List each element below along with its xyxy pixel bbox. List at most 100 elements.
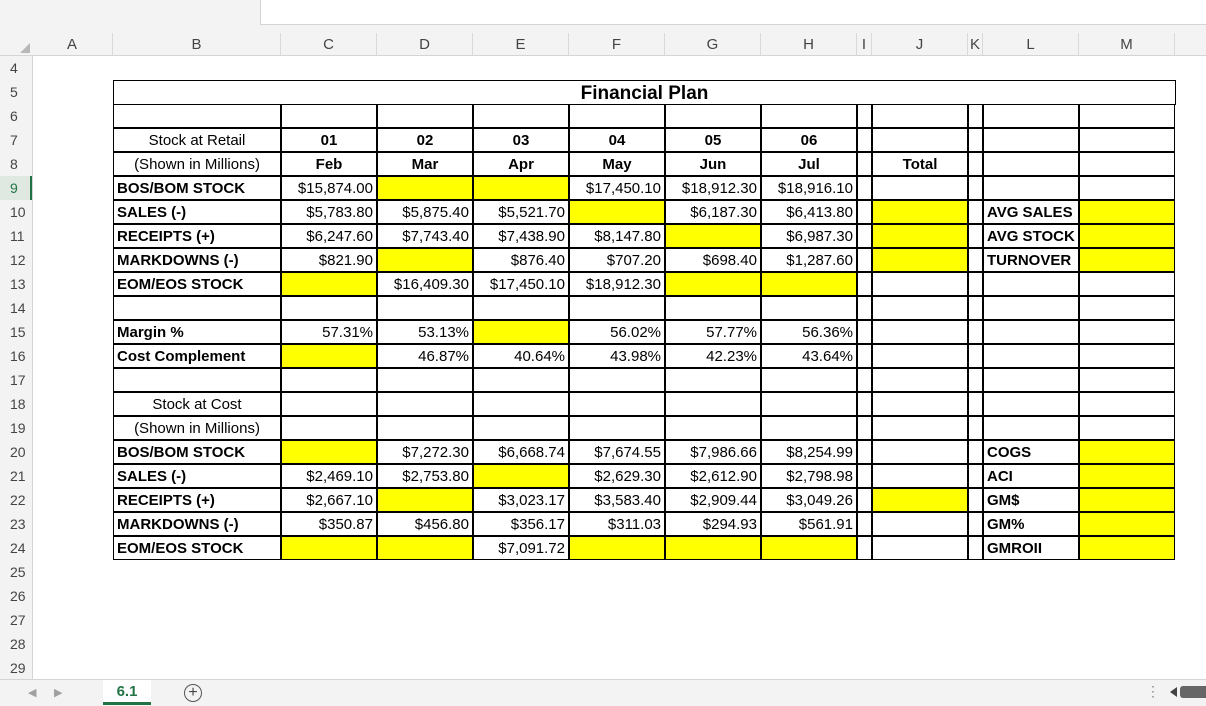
row-header-27[interactable]: 27 [0,608,32,632]
cell-e20[interactable]: $6,668.74 [473,440,569,464]
label-r9[interactable]: BOS/BOM STOCK [113,176,281,200]
column-header-k[interactable]: K [968,33,983,55]
row-header-22[interactable]: 22 [0,488,32,512]
cell-k22[interactable] [968,488,983,512]
cell-l9[interactable] [983,176,1079,200]
cell-k18[interactable] [968,392,983,416]
cell-g18[interactable] [665,392,761,416]
select-all-corner[interactable] [0,33,33,56]
cell-i6[interactable] [857,104,872,128]
cell-c8[interactable]: Feb [281,152,377,176]
cell-i15[interactable] [857,320,872,344]
cell-c23[interactable]: $350.87 [281,512,377,536]
cell-j17[interactable] [872,368,968,392]
cell-e23[interactable]: $356.17 [473,512,569,536]
cell-i12[interactable] [857,248,872,272]
cell-k9[interactable] [968,176,983,200]
cell-m15[interactable] [1079,320,1175,344]
cell-e16[interactable]: 40.64% [473,344,569,368]
cell-h9[interactable]: $18,916.10 [761,176,857,200]
cell-l15[interactable] [983,320,1079,344]
cell-f8[interactable]: May [569,152,665,176]
row-header-25[interactable]: 25 [0,560,32,584]
row-header-11[interactable]: 11 [0,224,32,248]
cell-h15[interactable]: 56.36% [761,320,857,344]
row-header-10[interactable]: 10 [0,200,32,224]
column-header-j[interactable]: J [872,33,968,55]
column-header-h[interactable]: H [761,33,857,55]
cell-k17[interactable] [968,368,983,392]
cell-h13[interactable] [761,272,857,296]
cell-k20[interactable] [968,440,983,464]
cell-i17[interactable] [857,368,872,392]
cell-j16[interactable] [872,344,968,368]
cell-e6[interactable] [473,104,569,128]
cell-f6[interactable] [569,104,665,128]
cell-g11[interactable] [665,224,761,248]
row-header-8[interactable]: 8 [0,152,32,176]
cell-m21[interactable] [1079,464,1175,488]
row-header-19[interactable]: 19 [0,416,32,440]
cell-m11[interactable] [1079,224,1175,248]
cell-i7[interactable] [857,128,872,152]
cell-h14[interactable] [761,296,857,320]
cell-j22[interactable] [872,488,968,512]
cell-l23[interactable]: GM% [983,512,1079,536]
label-r15[interactable]: Margin % [113,320,281,344]
label-r19[interactable]: (Shown in Millions) [113,416,281,440]
scroll-left-icon[interactable] [1170,687,1177,697]
cell-g15[interactable]: 57.77% [665,320,761,344]
cell-f15[interactable]: 56.02% [569,320,665,344]
horizontal-scrollbar[interactable] [1180,686,1206,698]
cell-g23[interactable]: $294.93 [665,512,761,536]
cell-d15[interactable]: 53.13% [377,320,473,344]
cell-e12[interactable]: $876.40 [473,248,569,272]
label-r16[interactable]: Cost Complement [113,344,281,368]
label-r8[interactable]: (Shown in Millions) [113,152,281,176]
cell-d18[interactable] [377,392,473,416]
column-header-e[interactable]: E [473,33,569,55]
cell-e15[interactable] [473,320,569,344]
cell-g24[interactable] [665,536,761,560]
cell-e21[interactable] [473,464,569,488]
row-header-28[interactable]: 28 [0,632,32,656]
cell-g19[interactable] [665,416,761,440]
cell-m14[interactable] [1079,296,1175,320]
cell-d20[interactable]: $7,272.30 [377,440,473,464]
cell-e18[interactable] [473,392,569,416]
cell-h22[interactable]: $3,049.26 [761,488,857,512]
cell-j12[interactable] [872,248,968,272]
cell-c15[interactable]: 57.31% [281,320,377,344]
cell-h17[interactable] [761,368,857,392]
cell-e10[interactable]: $5,521.70 [473,200,569,224]
label-r20[interactable]: BOS/BOM STOCK [113,440,281,464]
cell-e13[interactable]: $17,450.10 [473,272,569,296]
cell-j19[interactable] [872,416,968,440]
cell-m8[interactable] [1079,152,1175,176]
label-r6[interactable] [113,104,281,128]
row-header-13[interactable]: 13 [0,272,32,296]
cell-i9[interactable] [857,176,872,200]
row-header-29[interactable]: 29 [0,656,32,680]
column-header-d[interactable]: D [377,33,473,55]
cell-g14[interactable] [665,296,761,320]
cell-f20[interactable]: $7,674.55 [569,440,665,464]
cell-c16[interactable] [281,344,377,368]
cell-h6[interactable] [761,104,857,128]
cell-h10[interactable]: $6,413.80 [761,200,857,224]
label-r17[interactable] [113,368,281,392]
cell-f13[interactable]: $18,912.30 [569,272,665,296]
cell-e11[interactable]: $7,438.90 [473,224,569,248]
cell-h8[interactable]: Jul [761,152,857,176]
cell-j21[interactable] [872,464,968,488]
cell-g21[interactable]: $2,612.90 [665,464,761,488]
cell-i23[interactable] [857,512,872,536]
cell-m7[interactable] [1079,128,1175,152]
cell-e14[interactable] [473,296,569,320]
column-header-g[interactable]: G [665,33,761,55]
cell-l20[interactable]: COGS [983,440,1079,464]
cell-k23[interactable] [968,512,983,536]
label-r7[interactable]: Stock at Retail [113,128,281,152]
cell-k15[interactable] [968,320,983,344]
cell-i11[interactable] [857,224,872,248]
